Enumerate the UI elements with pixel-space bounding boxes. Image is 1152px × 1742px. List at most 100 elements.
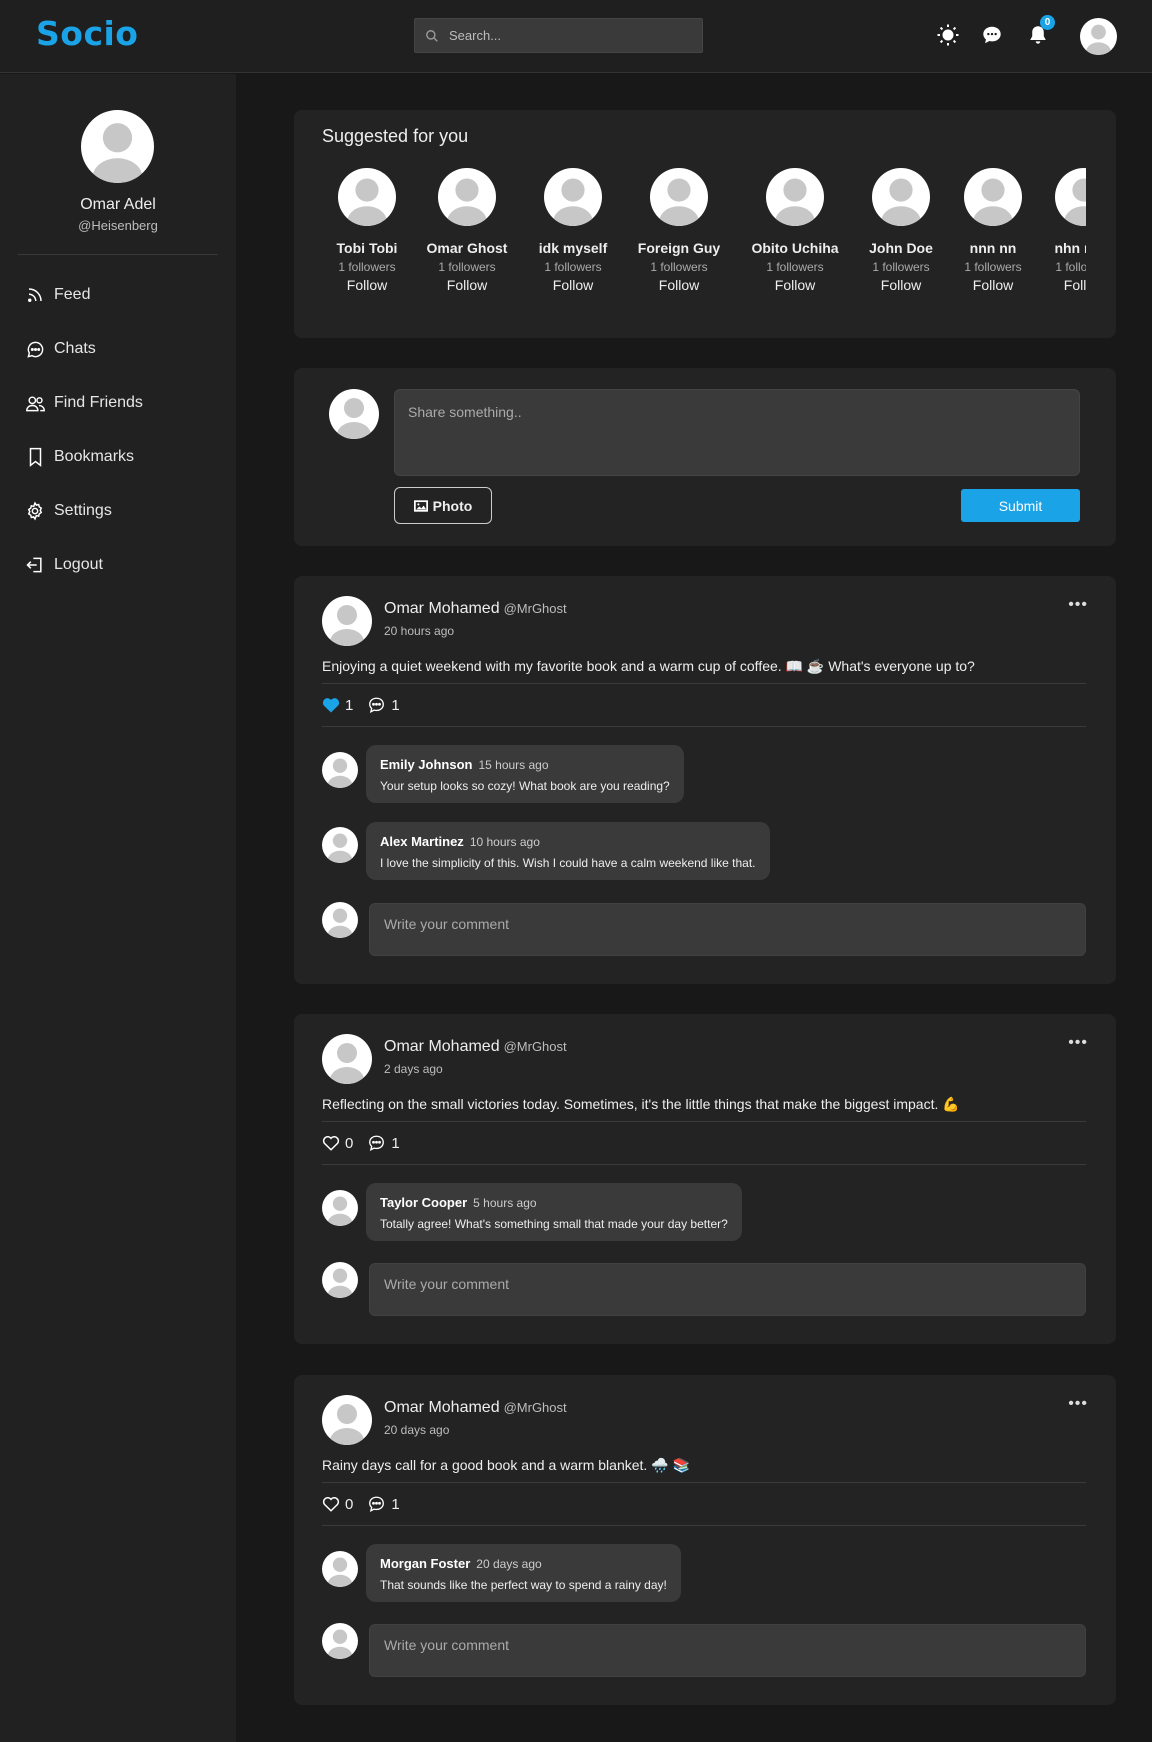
sidebar-item-find-friends[interactable]: Find Friends — [24, 376, 143, 430]
like-button[interactable]: 0 — [322, 1496, 353, 1513]
sidebar-item-logout[interactable]: Logout — [24, 538, 143, 592]
comment-button[interactable]: 1 — [367, 1495, 400, 1513]
comment-author[interactable]: Taylor Cooper — [380, 1195, 467, 1210]
comment-text: Totally agree! What's something small th… — [380, 1217, 728, 1231]
comment-author[interactable]: Alex Martinez — [380, 834, 464, 849]
like-count: 1 — [345, 696, 354, 714]
follow-button[interactable]: Follow — [750, 277, 840, 293]
suggestion-avatar[interactable] — [438, 168, 496, 226]
post-author-avatar[interactable] — [322, 596, 372, 646]
suggestion-avatar[interactable] — [964, 168, 1022, 226]
comment-input[interactable] — [369, 903, 1086, 956]
share-input[interactable] — [394, 389, 1080, 476]
rss-icon — [24, 284, 46, 306]
follow-button[interactable]: Follow — [322, 277, 412, 293]
comment-avatar[interactable] — [322, 1551, 358, 1587]
sidebar-item-settings[interactable]: Settings — [24, 484, 143, 538]
comment-time: 10 hours ago — [469, 835, 540, 849]
comment-icon — [369, 1135, 385, 1152]
post-actions: 0 1 — [322, 1134, 414, 1152]
suggestion-avatar[interactable] — [650, 168, 708, 226]
post-author-name[interactable]: Omar Mohamed — [384, 600, 500, 617]
search-box[interactable] — [414, 18, 703, 53]
suggestion-item: Obito Uchiha 1 followers Follow — [750, 168, 840, 293]
comment-avatar[interactable] — [322, 752, 358, 788]
comment-input[interactable] — [369, 1624, 1086, 1677]
suggestion-avatar[interactable] — [872, 168, 930, 226]
follow-button[interactable]: Follow — [634, 277, 724, 293]
profile-name[interactable]: Omar Adel — [0, 196, 236, 214]
post-composer: Photo Submit — [294, 368, 1116, 546]
post-actions: 1 1 — [322, 696, 414, 714]
photo-button[interactable]: Photo — [394, 487, 492, 524]
like-button[interactable]: 0 — [322, 1135, 353, 1152]
suggestion-name[interactable]: Tobi Tobi — [322, 240, 412, 256]
search-input[interactable] — [449, 28, 679, 43]
post-divider — [322, 1164, 1086, 1165]
suggestion-avatar[interactable] — [1055, 168, 1086, 226]
sun-icon — [937, 24, 959, 46]
post-author-name[interactable]: Omar Mohamed — [384, 1038, 500, 1055]
suggestion-name[interactable]: nhn mhn — [1039, 240, 1086, 256]
suggestion-followers: 1 followers — [650, 260, 708, 274]
submit-button[interactable]: Submit — [961, 489, 1080, 522]
sidebar-item-feed[interactable]: Feed — [24, 268, 143, 322]
comment-icon — [369, 1496, 385, 1513]
follow-button[interactable]: Follow — [1039, 277, 1086, 293]
suggestion-name[interactable]: nnn nn — [948, 240, 1038, 256]
suggestion-avatar[interactable] — [338, 168, 396, 226]
follow-button[interactable]: Follow — [948, 277, 1038, 293]
post-author-handle: @MrGhost — [503, 601, 567, 616]
comment: Alex Martinez 10 hours ago I love the sim… — [366, 822, 770, 880]
comment-text: Your setup looks so cozy! What book are … — [380, 779, 670, 793]
suggestion-avatar[interactable] — [766, 168, 824, 226]
comment-button[interactable]: 1 — [367, 1134, 400, 1152]
comment-input-avatar — [322, 1623, 358, 1659]
suggestion-name[interactable]: Obito Uchiha — [750, 240, 840, 256]
messages-button[interactable] — [979, 22, 1005, 48]
comment-author[interactable]: Morgan Foster — [380, 1556, 470, 1571]
follow-button[interactable]: Follow — [856, 277, 946, 293]
user-avatar-menu[interactable] — [1080, 18, 1117, 55]
suggestion-item: nnn nn 1 followers Follow — [948, 168, 1038, 293]
sidebar-nav: Feed Chats Find Friends Bookmarks Settin… — [24, 268, 143, 592]
post-card: Omar Mohamed @MrGhost 2 days ago ••• Refl… — [294, 1014, 1116, 1344]
post-author-avatar[interactable] — [322, 1395, 372, 1445]
post-options-button[interactable]: ••• — [1068, 596, 1088, 614]
like-button[interactable]: 1 — [322, 697, 353, 714]
profile-avatar[interactable] — [81, 110, 154, 183]
heart-outline-icon — [322, 1136, 340, 1151]
suggestion-avatar[interactable] — [544, 168, 602, 226]
comment-button[interactable]: 1 — [367, 696, 400, 714]
sidebar-item-label: Logout — [54, 556, 103, 573]
follow-button[interactable]: Follow — [422, 277, 512, 293]
suggestion-name[interactable]: John Doe — [856, 240, 946, 256]
post-author-avatar[interactable] — [322, 1034, 372, 1084]
suggestion-name[interactable]: Omar Ghost — [422, 240, 512, 256]
suggestion-name[interactable]: idk myself — [528, 240, 618, 256]
comment-icon — [369, 697, 385, 714]
follow-button[interactable]: Follow — [528, 277, 618, 293]
post-timestamp: 20 hours ago — [384, 624, 455, 638]
comment-avatar[interactable] — [322, 827, 358, 863]
like-count: 0 — [345, 1495, 354, 1513]
composer-avatar — [329, 389, 379, 439]
post-divider — [322, 1525, 1086, 1526]
post-author-handle: @MrGhost — [503, 1400, 567, 1415]
sidebar-item-bookmarks[interactable]: Bookmarks — [24, 430, 143, 484]
post-author-name[interactable]: Omar Mohamed — [384, 1399, 500, 1416]
comment-input[interactable] — [369, 1263, 1086, 1316]
post-options-button[interactable]: ••• — [1068, 1395, 1088, 1413]
post-author-handle: @MrGhost — [503, 1039, 567, 1054]
sidebar-item-chats[interactable]: Chats — [24, 322, 143, 376]
theme-toggle-button[interactable] — [935, 22, 961, 48]
comment-avatar[interactable] — [322, 1190, 358, 1226]
suggestion-name[interactable]: Foreign Guy — [634, 240, 724, 256]
post-options-button[interactable]: ••• — [1068, 1034, 1088, 1052]
post-card: Omar Mohamed @MrGhost 20 days ago ••• Rai… — [294, 1375, 1116, 1705]
suggestion-followers: 1 followers — [1055, 260, 1086, 274]
app-logo[interactable]: Socio — [36, 14, 138, 53]
comment-author[interactable]: Emily Johnson — [380, 757, 472, 772]
suggestion-item: nhn mhn 1 followers Follow — [1039, 168, 1086, 293]
post-text: Reflecting on the small victories today.… — [322, 1096, 960, 1112]
